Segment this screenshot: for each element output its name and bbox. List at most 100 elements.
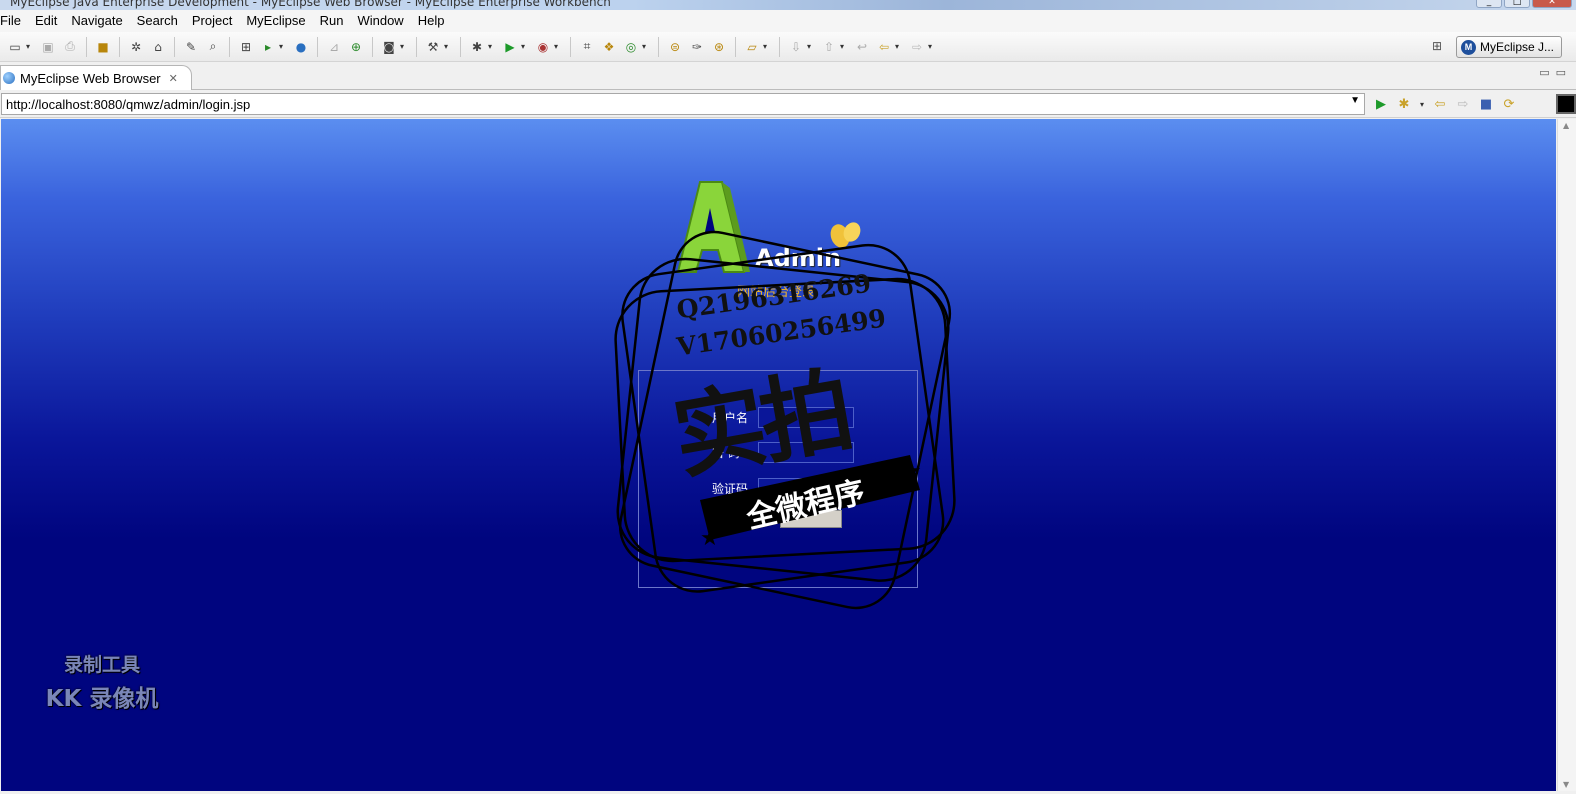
recorder-line2: KK 录像机 bbox=[45, 686, 159, 712]
main-toolbar: ▭ ▾ ▣ ⎙ ■ ✲ ⌂ ✎ ⌕ ⊞ ▸ ▾ ● ⊿ ⊕ ◙ ▾ ⚒ ▾ ✱ ▾ ▶ ▾ … bbox=[0, 32, 1576, 62]
menu-project[interactable]: Project bbox=[185, 10, 239, 32]
previous-annotation-icon[interactable]: ⇧ bbox=[820, 38, 838, 56]
chevron-down-icon[interactable]: ▾ bbox=[807, 42, 815, 51]
myeclipse-logo-icon: M bbox=[1461, 39, 1476, 55]
chevron-down-icon[interactable]: ▾ bbox=[928, 42, 936, 51]
search-icon[interactable]: ⊛ bbox=[710, 38, 728, 56]
toolbar-separator bbox=[735, 36, 736, 57]
perspective-label: MyEclipse J... bbox=[1480, 40, 1555, 54]
print-icon[interactable]: ⎙ bbox=[61, 38, 79, 56]
toolbar-separator bbox=[779, 36, 780, 57]
new-package-icon[interactable]: ❖ bbox=[600, 38, 618, 56]
open-task-icon[interactable]: ✑ bbox=[688, 38, 706, 56]
edit-icon[interactable]: ✎ bbox=[182, 38, 200, 56]
chevron-down-icon[interactable]: ▾ bbox=[1418, 95, 1426, 113]
window-controls: _ □ ✕ bbox=[1476, 0, 1572, 8]
toolbar-separator bbox=[416, 36, 417, 57]
browser-buttons: ▶ ✱ ▾ ⇦ ⇨ ■ ⟳ bbox=[1372, 95, 1518, 113]
chevron-down-icon[interactable]: ▾ bbox=[763, 42, 771, 51]
editor-tab-bar: MyEclipse Web Browser ✕ bbox=[0, 63, 1576, 90]
debug-server-icon[interactable]: ✲ bbox=[127, 38, 145, 56]
scroll-up-icon[interactable]: ▲ bbox=[1563, 121, 1569, 130]
recorder-watermark: 录制工具 KK 录像机 bbox=[32, 650, 172, 713]
toolbar-separator bbox=[86, 36, 87, 57]
chevron-down-icon[interactable]: ▾ bbox=[521, 42, 529, 51]
chevron-down-icon[interactable]: ▾ bbox=[554, 42, 562, 51]
open-perspective-icon[interactable]: ⊞ bbox=[1432, 39, 1448, 55]
forward-icon[interactable]: ⇨ bbox=[908, 38, 926, 56]
menu-run[interactable]: Run bbox=[313, 10, 351, 32]
toolbar-separator bbox=[658, 36, 659, 57]
run-server-icon[interactable]: ▸ bbox=[259, 38, 277, 56]
chevron-down-icon[interactable]: ▾ bbox=[26, 42, 34, 51]
window-title: MyEclipse Java Enterprise Development - … bbox=[10, 0, 611, 9]
open-perspective-folder-icon[interactable]: ▱ bbox=[743, 38, 761, 56]
scroll-down-icon[interactable]: ▼ bbox=[1563, 780, 1569, 789]
tab-web-browser[interactable]: MyEclipse Web Browser ✕ bbox=[0, 65, 192, 90]
chevron-down-icon[interactable]: ▾ bbox=[895, 42, 903, 51]
menu-myeclipse[interactable]: MyEclipse bbox=[239, 10, 312, 32]
url-text: http://localhost:8080/qmwz/admin/login.j… bbox=[6, 96, 251, 112]
package-icon[interactable]: ■ bbox=[94, 38, 112, 56]
chevron-down-icon[interactable]: ▾ bbox=[840, 42, 848, 51]
save-icon[interactable]: ▣ bbox=[39, 38, 57, 56]
maximize-button[interactable]: □ bbox=[1504, 0, 1530, 8]
view-controls[interactable]: ▭▭ bbox=[1539, 66, 1572, 79]
open-folder-icon[interactable]: ⊿ bbox=[325, 38, 343, 56]
chevron-down-icon[interactable]: ▾ bbox=[642, 42, 650, 51]
chevron-down-icon[interactable]: ▾ bbox=[444, 42, 452, 51]
toolbar-separator bbox=[174, 36, 175, 57]
run-icon[interactable]: ▶ bbox=[501, 38, 519, 56]
stop-icon[interactable]: ■ bbox=[1477, 95, 1495, 113]
vertical-scrollbar[interactable]: ▲ ▼ bbox=[1557, 119, 1576, 791]
close-button[interactable]: ✕ bbox=[1532, 0, 1572, 8]
chevron-down-icon[interactable]: ▼ bbox=[1350, 95, 1360, 106]
next-annotation-icon[interactable]: ⇩ bbox=[787, 38, 805, 56]
perspective-button[interactable]: M MyEclipse J... bbox=[1456, 36, 1562, 58]
menu-window[interactable]: Window bbox=[350, 10, 410, 32]
new-project-icon[interactable]: ⌗ bbox=[578, 38, 596, 56]
back-icon[interactable]: ⇦ bbox=[875, 38, 893, 56]
refresh-icon[interactable]: ⟳ bbox=[1500, 95, 1518, 113]
browser-forward-icon[interactable]: ⇨ bbox=[1454, 95, 1472, 113]
new-wizard-icon[interactable]: ▭ bbox=[6, 38, 24, 56]
menu-help[interactable]: Help bbox=[411, 10, 452, 32]
minimize-button[interactable]: _ bbox=[1476, 0, 1502, 8]
go-icon[interactable]: ▶ bbox=[1372, 95, 1390, 113]
url-input[interactable]: http://localhost:8080/qmwz/admin/login.j… bbox=[1, 93, 1365, 115]
toolbar-separator bbox=[460, 36, 461, 57]
chevron-down-icon[interactable]: ▾ bbox=[400, 42, 408, 51]
favorites-icon[interactable]: ✱ bbox=[1395, 95, 1413, 113]
new-class-icon[interactable]: ◎ bbox=[622, 38, 640, 56]
tab-label: MyEclipse Web Browser bbox=[20, 70, 161, 86]
globe-icon[interactable]: ● bbox=[292, 38, 310, 56]
globe-icon bbox=[3, 72, 15, 84]
camera-icon[interactable]: ◙ bbox=[380, 38, 398, 56]
menu-file[interactable]: File bbox=[0, 10, 28, 32]
toolbar-separator bbox=[570, 36, 571, 57]
menu-search[interactable]: Search bbox=[130, 10, 185, 32]
chevron-down-icon[interactable]: ▾ bbox=[488, 42, 496, 51]
chevron-down-icon[interactable]: ▾ bbox=[279, 42, 287, 51]
tools-icon[interactable]: ⚒ bbox=[424, 38, 442, 56]
menu-navigate[interactable]: Navigate bbox=[64, 10, 129, 32]
last-edit-icon[interactable]: ↩ bbox=[853, 38, 871, 56]
toolbar-separator bbox=[119, 36, 120, 57]
admin-logo-icon bbox=[676, 181, 750, 273]
debug-icon[interactable]: ✱ bbox=[468, 38, 486, 56]
toolbar-separator bbox=[317, 36, 318, 57]
add-icon[interactable]: ⊕ bbox=[347, 38, 365, 56]
toolbar-separator bbox=[229, 36, 230, 57]
search-doc-icon[interactable]: ⌕ bbox=[204, 38, 222, 56]
server-icon[interactable]: ⌂ bbox=[149, 38, 167, 56]
browser-url-bar: http://localhost:8080/qmwz/admin/login.j… bbox=[0, 91, 1576, 118]
menu-edit[interactable]: Edit bbox=[28, 10, 64, 32]
logo-text: Admin bbox=[755, 244, 842, 272]
close-tab-icon[interactable]: ✕ bbox=[169, 72, 178, 85]
menu-bar: File Edit Navigate Search Project MyEcli… bbox=[0, 10, 1576, 32]
toolbar-separator bbox=[372, 36, 373, 57]
browser-back-icon[interactable]: ⇦ bbox=[1431, 95, 1449, 113]
open-type-icon[interactable]: ⊜ bbox=[666, 38, 684, 56]
deploy-icon[interactable]: ⊞ bbox=[237, 38, 255, 56]
external-tools-icon[interactable]: ◉ bbox=[534, 38, 552, 56]
